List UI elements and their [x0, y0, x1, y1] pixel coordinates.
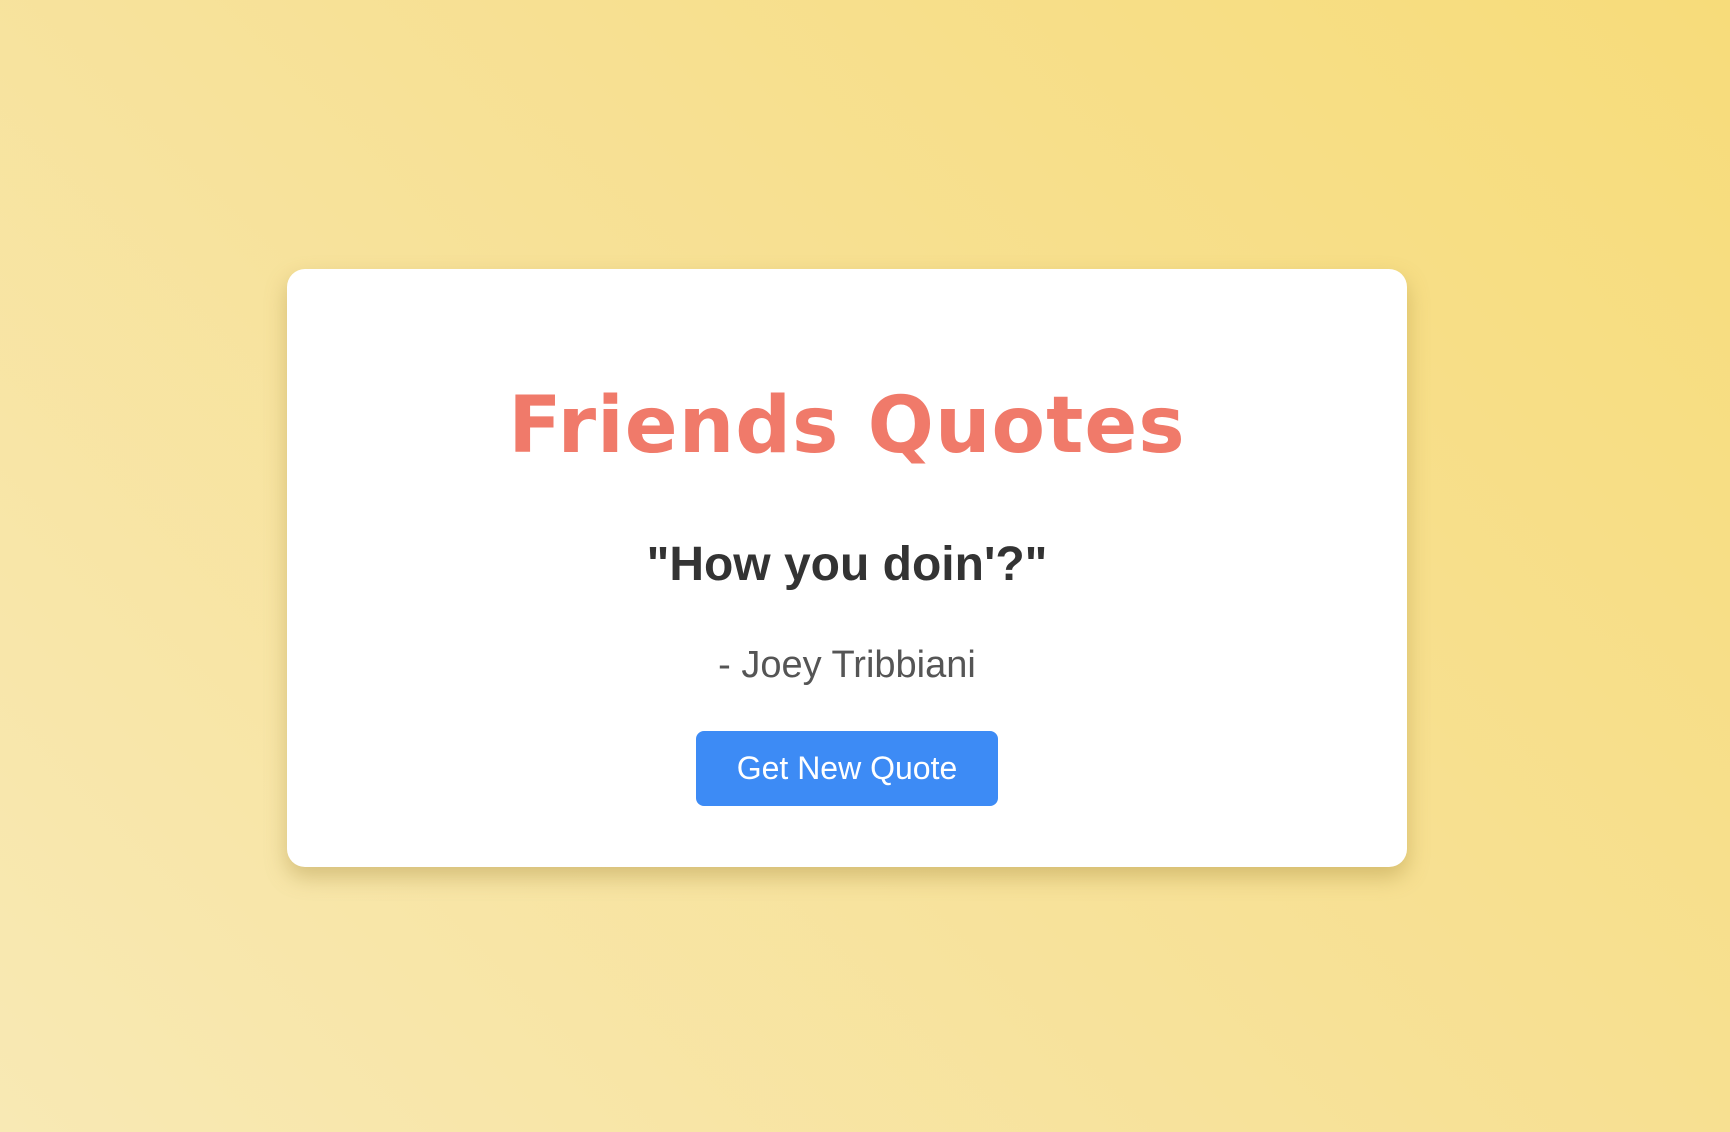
page-title: Friends Quotes [508, 381, 1186, 471]
quote-author: - Joey Tribbiani [718, 644, 976, 686]
quote-card: Friends Quotes "How you doin'?" - Joey T… [287, 269, 1407, 867]
quote-text: "How you doin'?" [646, 538, 1048, 591]
get-new-quote-button[interactable]: Get New Quote [696, 731, 998, 806]
